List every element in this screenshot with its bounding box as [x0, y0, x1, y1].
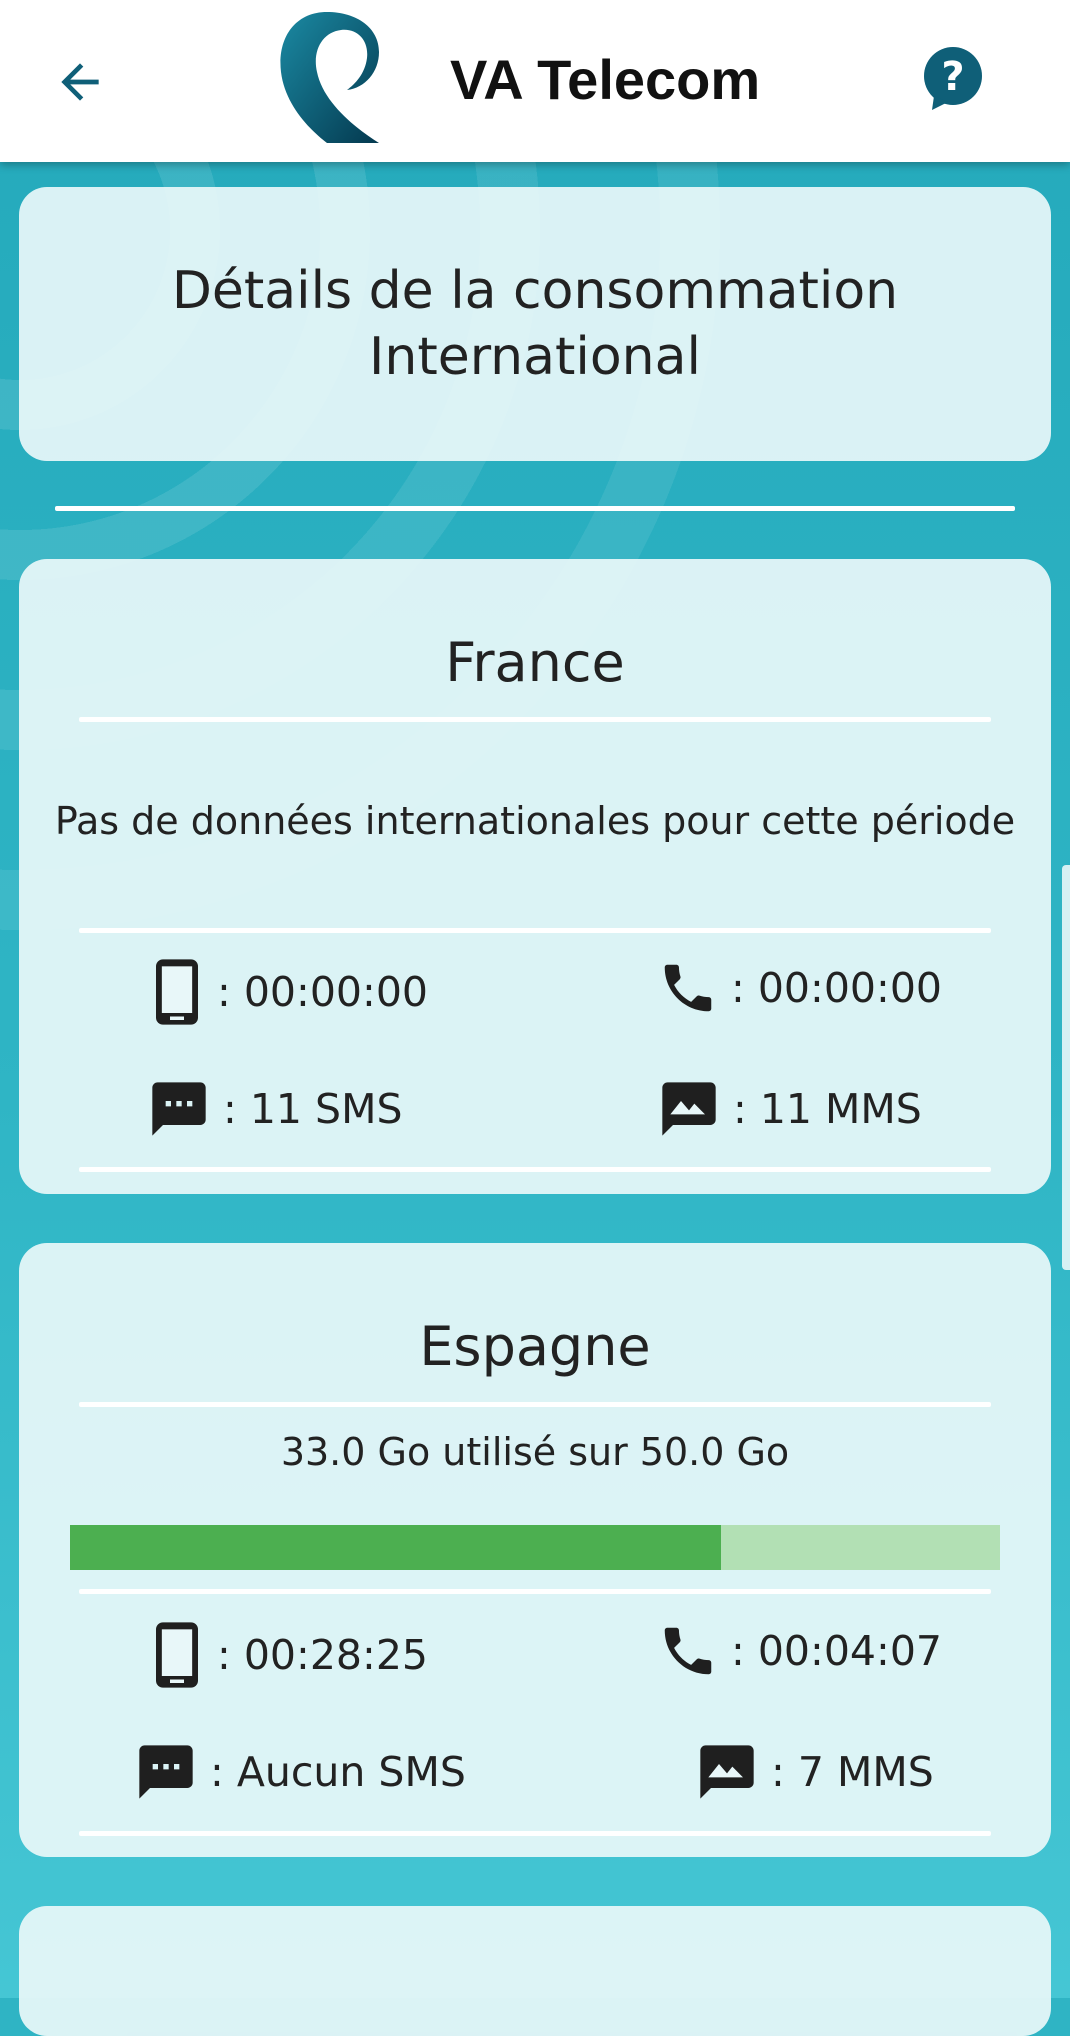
- va-telecom-logo: [280, 12, 379, 143]
- sms-value: : 11 SMS: [223, 1085, 403, 1133]
- phone-call-icon: [664, 1627, 712, 1675]
- card-divider: [79, 1402, 991, 1407]
- card-divider: [79, 717, 991, 722]
- scrollbar[interactable]: [1062, 865, 1070, 1270]
- mobile-time-stat: : 00:00:00: [149, 957, 428, 1027]
- sms-stat: : 11 SMS: [147, 1077, 402, 1141]
- mobile-time-value: : 00:28:25: [217, 1631, 428, 1679]
- mms-stat: : 7 MMS: [695, 1740, 934, 1804]
- country-card-espagne: Espagne 33.0 Go utilisé sur 50.0 Go : 00…: [19, 1243, 1051, 1857]
- page-title-line-2: International: [369, 327, 701, 387]
- country-card-next: [19, 1906, 1051, 2036]
- data-usage-progress-bar: [70, 1525, 1000, 1570]
- mobile-time-stat: : 00:28:25: [149, 1620, 428, 1690]
- consumption-content[interactable]: Détails de la consommation International…: [0, 0, 1070, 2036]
- svg-text:?: ?: [941, 54, 964, 100]
- consumption-header-card: Détails de la consommation International: [19, 187, 1051, 461]
- back-button[interactable]: [40, 42, 120, 122]
- card-divider: [79, 1167, 991, 1172]
- mms-stat: : 11 MMS: [657, 1077, 922, 1141]
- mobile-phone-icon: [156, 1622, 198, 1688]
- mobile-time-value: : 00:00:00: [217, 968, 428, 1016]
- card-divider: [79, 1589, 991, 1594]
- card-divider: [79, 928, 991, 933]
- app-title: VA Telecom: [450, 48, 761, 111]
- arrow-left-icon: [61, 63, 99, 101]
- mms-value: : 7 MMS: [771, 1748, 934, 1796]
- mms-image-icon: [700, 1745, 754, 1799]
- sms-stat: : Aucun SMS: [134, 1740, 466, 1804]
- section-divider: [55, 506, 1015, 511]
- country-name: Espagne: [419, 1315, 651, 1378]
- call-time-value: : 00:00:00: [731, 964, 942, 1012]
- no-data-message: Pas de données internationales pour cett…: [54, 799, 1016, 843]
- help-circle-icon[interactable]: ?: [920, 44, 990, 114]
- call-time-stat: : 00:04:07: [657, 1620, 942, 1682]
- app-bar: VA Telecom ?: [0, 0, 1070, 162]
- page-title-line-1: Détails de la consommation: [171, 261, 899, 321]
- card-divider: [79, 1831, 991, 1836]
- mobile-phone-icon: [156, 959, 198, 1025]
- country-name: France: [445, 631, 625, 694]
- data-usage-progress-fill: [70, 1525, 721, 1570]
- sms-message-icon: [152, 1082, 206, 1136]
- mms-image-icon: [662, 1082, 716, 1136]
- call-time-value: : 00:04:07: [731, 1627, 942, 1675]
- phone-call-icon: [664, 964, 712, 1012]
- call-time-stat: : 00:00:00: [657, 957, 942, 1019]
- mms-value: : 11 MMS: [733, 1085, 922, 1133]
- country-card-france: France Pas de données internationales po…: [19, 559, 1051, 1194]
- data-usage-text: 33.0 Go utilisé sur 50.0 Go: [280, 1430, 790, 1474]
- sms-value: : Aucun SMS: [210, 1748, 466, 1796]
- sms-message-icon: [139, 1745, 193, 1799]
- page-title: Détails de la consommation International: [172, 258, 898, 390]
